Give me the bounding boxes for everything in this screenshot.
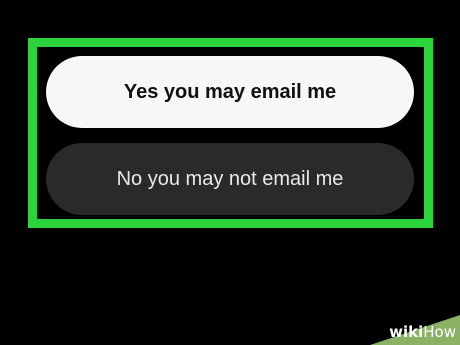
- wikihow-watermark: wikiHow: [358, 315, 460, 345]
- watermark-wiki: wiki: [389, 323, 424, 341]
- screen: Yes you may email me No you may not emai…: [0, 0, 460, 345]
- yes-button-label: Yes you may email me: [123, 80, 337, 103]
- watermark-how: How: [423, 323, 456, 341]
- watermark-text: wikiHow: [389, 323, 456, 341]
- email-consent-no-button[interactable]: No you may not email me: [46, 143, 414, 215]
- email-consent-yes-button[interactable]: Yes you may email me: [46, 56, 414, 128]
- no-button-label: No you may not email me: [116, 167, 344, 190]
